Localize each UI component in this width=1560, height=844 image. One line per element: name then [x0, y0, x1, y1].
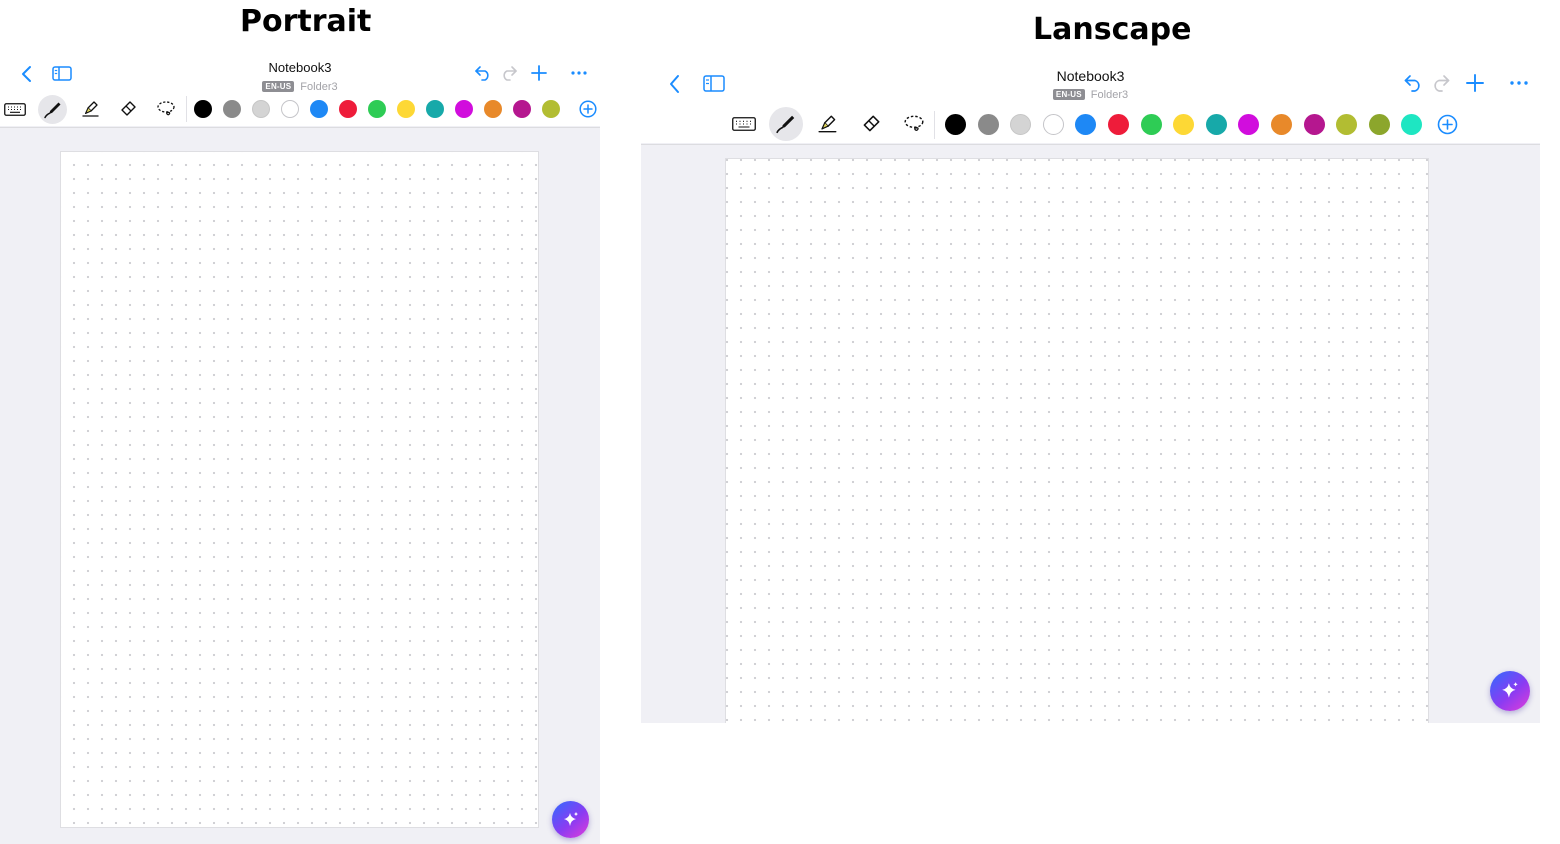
color-swatch[interactable]: [339, 100, 357, 118]
color-swatch[interactable]: [1238, 114, 1260, 135]
lasso-icon: [904, 115, 924, 131]
color-swatch[interactable]: [252, 100, 270, 118]
color-swatch[interactable]: [194, 100, 212, 118]
highlighter-tool[interactable]: [813, 109, 843, 139]
color-swatch[interactable]: [945, 114, 966, 135]
color-swatch[interactable]: [542, 100, 560, 118]
color-swatch[interactable]: [1303, 114, 1325, 135]
color-swatch[interactable]: [1336, 114, 1358, 135]
redo-icon[interactable]: [500, 65, 518, 81]
portrait-nav-bar: Notebook3 EN-US Folder3: [0, 54, 600, 93]
toolbar-divider: [0, 127, 600, 128]
notebook-page[interactable]: [725, 158, 1429, 723]
color-swatch[interactable]: [1010, 114, 1032, 135]
language-badge: EN-US: [262, 81, 295, 92]
eraser-tool[interactable]: [114, 95, 142, 123]
more-icon[interactable]: [570, 70, 588, 76]
tool-separator: [934, 111, 935, 139]
color-swatch[interactable]: [1205, 114, 1227, 135]
plus-icon[interactable]: [1466, 74, 1484, 92]
color-swatch[interactable]: [368, 100, 386, 118]
notebook-page[interactable]: [60, 151, 539, 828]
highlighter-icon: [82, 101, 99, 117]
lasso-tool[interactable]: [899, 109, 929, 139]
undo-icon[interactable]: [1403, 74, 1423, 92]
keyboard-icon: [4, 102, 26, 116]
portrait-screen: Notebook3 EN-US Folder3: [0, 54, 600, 844]
sparkle-icon: [563, 811, 578, 826]
sparkle-icon: [1502, 682, 1518, 698]
toolbar-divider: [641, 144, 1540, 145]
keyboard-tool[interactable]: [2, 95, 28, 123]
color-swatch[interactable]: [455, 100, 473, 118]
color-swatch[interactable]: [310, 100, 328, 118]
pen-tool[interactable]: [769, 107, 803, 141]
color-swatch[interactable]: [1140, 114, 1162, 135]
eraser-icon: [863, 115, 880, 132]
color-swatch[interactable]: [1173, 114, 1195, 135]
plus-circle-icon[interactable]: [1437, 114, 1458, 135]
color-swatch[interactable]: [426, 100, 444, 118]
color-swatch[interactable]: [1401, 114, 1423, 135]
tool-separator: [186, 96, 187, 122]
color-swatch[interactable]: [1271, 114, 1292, 135]
color-swatch[interactable]: [281, 100, 299, 118]
pen-tool[interactable]: [38, 95, 67, 124]
landscape-screen: Notebook3 EN-US Folder3: [641, 60, 1540, 723]
eraser-icon: [121, 101, 136, 116]
ai-assistant-button[interactable]: [1490, 671, 1530, 711]
keyboard-tool[interactable]: [730, 109, 758, 139]
color-swatch[interactable]: [1368, 114, 1390, 135]
landscape-heading: Lanscape: [1033, 12, 1192, 47]
more-icon[interactable]: [1509, 80, 1529, 86]
eraser-tool[interactable]: [856, 109, 886, 139]
portrait-tool-palette: [0, 92, 600, 126]
color-swatch[interactable]: [1042, 114, 1064, 135]
pen-icon: [776, 115, 795, 134]
highlighter-icon: [818, 115, 837, 133]
portrait-heading: Portrait: [240, 4, 372, 39]
pen-icon: [43, 102, 60, 118]
language-badge: EN-US: [1052, 89, 1085, 100]
undo-icon[interactable]: [474, 65, 492, 81]
color-swatch[interactable]: [397, 100, 415, 118]
color-swatch[interactable]: [513, 100, 531, 118]
color-swatch[interactable]: [223, 100, 241, 118]
plus-icon[interactable]: [531, 65, 547, 81]
color-swatch[interactable]: [1075, 114, 1097, 135]
color-swatch[interactable]: [484, 100, 502, 118]
keyboard-icon: [732, 117, 756, 131]
folder-name: Folder3: [300, 80, 338, 93]
lasso-tool[interactable]: [152, 95, 180, 123]
plus-circle-icon[interactable]: [579, 100, 597, 118]
folder-name: Folder3: [1090, 88, 1129, 101]
landscape-nav-bar: Notebook3 EN-US Folder3: [641, 60, 1540, 106]
highlighter-tool[interactable]: [77, 95, 105, 123]
lasso-icon: [157, 101, 175, 116]
redo-icon[interactable]: [1431, 74, 1451, 92]
ai-assistant-button[interactable]: [552, 801, 589, 838]
landscape-tool-palette: [641, 106, 1540, 143]
color-swatch[interactable]: [977, 114, 999, 135]
color-swatch[interactable]: [1108, 114, 1129, 135]
